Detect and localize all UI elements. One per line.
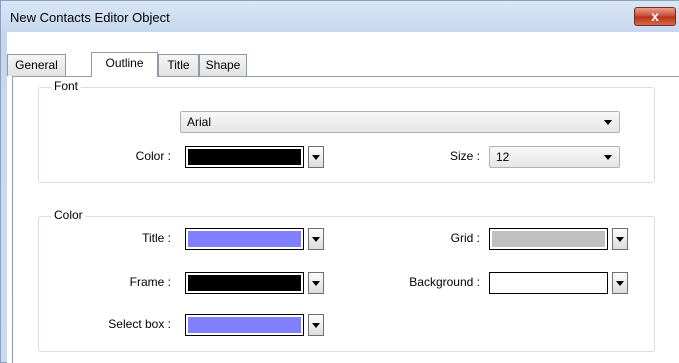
frame-color-picker[interactable] — [185, 272, 328, 294]
tab-general[interactable]: General — [7, 54, 66, 76]
font-color-picker[interactable] — [185, 146, 328, 168]
chevron-down-icon — [616, 281, 624, 286]
tab-label: Title — [167, 58, 190, 72]
title-color-swatch — [185, 228, 304, 250]
select-box-color-fill — [188, 317, 301, 333]
title-bar: New Contacts Editor Object x — [1, 1, 679, 33]
dialog-client-area: General Outline Title Shape Font Arial C… — [7, 32, 679, 363]
chevron-down-icon — [312, 237, 320, 242]
font-select-value: Arial — [187, 115, 212, 129]
grid-color-swatch — [489, 228, 608, 250]
font-color-swatch — [185, 146, 304, 168]
font-group-label: Font — [51, 79, 82, 93]
select-box-color-dropdown-button[interactable] — [308, 314, 324, 336]
title-color-picker[interactable] — [185, 228, 328, 250]
tab-outline[interactable]: Outline — [91, 52, 158, 77]
window-title: New Contacts Editor Object — [10, 10, 170, 25]
tab-label: Shape — [205, 58, 241, 72]
title-color-fill — [188, 231, 301, 247]
font-color-fill — [188, 149, 301, 165]
background-color-picker[interactable] — [489, 272, 632, 294]
chevron-down-icon — [312, 323, 320, 328]
close-button[interactable]: x — [634, 7, 676, 26]
frame-color-label: Frame : — [129, 275, 171, 289]
font-color-label: Color : — [135, 149, 171, 163]
background-color-fill — [492, 275, 605, 291]
grid-color-fill — [492, 231, 605, 247]
font-size-select[interactable]: 12 — [489, 146, 620, 168]
background-color-label: Background : — [409, 275, 480, 289]
grid-color-dropdown-button[interactable] — [612, 228, 628, 250]
font-size-label: Size : — [449, 149, 480, 163]
frame-color-fill — [188, 275, 301, 291]
font-size-value: 12 — [496, 150, 510, 164]
background-color-dropdown-button[interactable] — [612, 272, 628, 294]
select-box-color-picker[interactable] — [185, 314, 328, 336]
chevron-down-icon — [616, 237, 624, 242]
tab-title[interactable]: Title — [158, 54, 199, 76]
font-select[interactable]: Arial — [180, 111, 620, 133]
chevron-down-icon — [312, 155, 320, 160]
title-color-label: Title : — [142, 231, 171, 245]
chevron-down-icon — [604, 155, 612, 160]
font-group — [38, 87, 655, 183]
grid-color-label: Grid : — [450, 231, 480, 245]
chevron-down-icon — [604, 120, 612, 125]
tab-label: Outline — [105, 56, 144, 70]
outline-panel: Font Arial Color : Size : 12 Color Title… — [12, 76, 679, 363]
color-group-label: Color — [51, 208, 86, 222]
tab-label: General — [15, 58, 58, 72]
select-box-color-label: Select box : — [108, 317, 171, 331]
grid-color-picker[interactable] — [489, 228, 632, 250]
select-box-color-swatch — [185, 314, 304, 336]
chevron-down-icon — [312, 281, 320, 286]
background-color-swatch — [489, 272, 608, 294]
title-color-dropdown-button[interactable] — [308, 228, 324, 250]
frame-color-swatch — [185, 272, 304, 294]
font-color-dropdown-button[interactable] — [308, 146, 324, 168]
frame-color-dropdown-button[interactable] — [308, 272, 324, 294]
tab-shape[interactable]: Shape — [199, 54, 247, 76]
close-icon: x — [651, 8, 659, 24]
